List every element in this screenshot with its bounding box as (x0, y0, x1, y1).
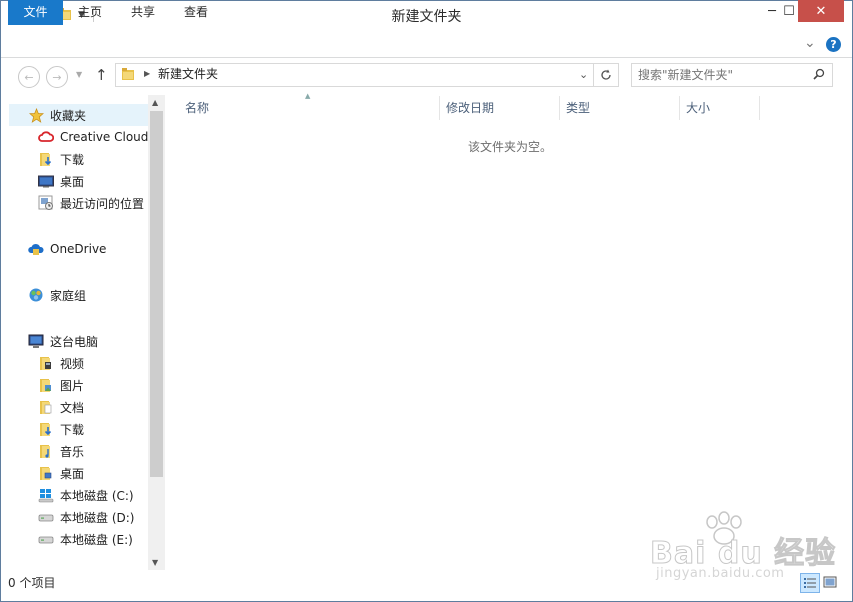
search-box[interactable] (631, 63, 833, 87)
nav-label: 下载 (60, 152, 85, 167)
nav-label: 家庭组 (50, 288, 87, 303)
scroll-down-icon[interactable]: ▼ (152, 558, 158, 567)
desktop-folder-icon (38, 465, 54, 481)
nav-item-desktop[interactable]: 桌面 (9, 170, 148, 192)
navigation-pane: 收藏夹 Creative Cloud 下载 桌面 最近访问的位置 OneDriv… (9, 95, 148, 570)
nav-label: 这台电脑 (50, 334, 99, 349)
column-header-name[interactable]: 名称 (185, 98, 209, 118)
downloads-folder-icon (38, 421, 54, 437)
scroll-up-icon[interactable]: ▲ (152, 98, 158, 107)
column-header-type[interactable]: 类型 (566, 98, 590, 118)
videos-folder-icon (38, 355, 54, 371)
onedrive-icon (28, 241, 44, 257)
creative-cloud-icon (38, 129, 54, 145)
refresh-button[interactable] (593, 63, 619, 87)
homegroup-icon (28, 287, 44, 303)
breadcrumb-item[interactable]: 新建文件夹 (158, 67, 218, 82)
nav-item-pictures[interactable]: 图片 (9, 374, 148, 396)
nav-label: 本地磁盘 (C:) (60, 488, 134, 503)
column-divider[interactable] (559, 96, 560, 120)
watermark-url: jingyan.baidu.com (656, 566, 785, 581)
documents-folder-icon (38, 399, 54, 415)
sort-ascending-icon: ▲ (305, 92, 311, 100)
search-icon[interactable] (813, 68, 825, 83)
tab-view[interactable]: 查看 (176, 0, 216, 25)
up-button[interactable]: ↑ (95, 66, 108, 84)
ribbon-tab-bar (1, 31, 852, 58)
nav-label: 图片 (60, 378, 85, 393)
column-divider[interactable] (439, 96, 440, 120)
nav-label: 桌面 (60, 174, 85, 189)
empty-folder-message: 该文件夹为空。 (467, 140, 552, 154)
nav-item-drive-d[interactable]: 本地磁盘 (D:) (9, 506, 148, 528)
scrollbar-thumb[interactable] (150, 111, 163, 477)
help-icon[interactable]: ? (826, 37, 841, 52)
recent-places-icon (38, 195, 54, 211)
nav-homegroup[interactable]: 家庭组 (9, 284, 148, 306)
tab-share[interactable]: 共享 (123, 0, 163, 25)
baidu-watermark: Bai du 经验 jingyan.baidu.com (649, 510, 845, 590)
search-input[interactable] (638, 66, 808, 83)
music-folder-icon (38, 443, 54, 459)
folder-icon (121, 67, 135, 84)
nav-label: 音乐 (60, 444, 85, 459)
nav-item-drive-c[interactable]: 本地磁盘 (C:) (9, 484, 148, 506)
nav-label: 本地磁盘 (E:) (60, 532, 133, 547)
back-button[interactable]: ← (18, 66, 40, 88)
nav-favorites[interactable]: 收藏夹 (9, 104, 148, 126)
star-icon (28, 107, 44, 123)
status-item-count: 0 个项目 (8, 576, 56, 590)
column-divider[interactable] (759, 96, 760, 120)
nav-item-videos[interactable]: 视频 (9, 352, 148, 374)
drive-icon (38, 509, 54, 525)
tab-file[interactable]: 文件 (8, 0, 63, 25)
nav-item-downloads[interactable]: 下载 (9, 148, 148, 170)
nav-item-desktop[interactable]: 桌面 (9, 462, 148, 484)
nav-item-drive-e[interactable]: 本地磁盘 (E:) (9, 528, 148, 550)
nav-this-pc[interactable]: 这台电脑 (9, 330, 148, 352)
pictures-folder-icon (38, 377, 54, 393)
nav-item-music[interactable]: 音乐 (9, 440, 148, 462)
tab-home[interactable]: 主页 (70, 0, 110, 25)
column-header-date-modified[interactable]: 修改日期 (446, 98, 494, 118)
nav-item-downloads[interactable]: 下载 (9, 418, 148, 440)
nav-label: OneDrive (50, 242, 107, 256)
downloads-folder-icon (38, 151, 54, 167)
address-history-dropdown-icon[interactable]: ⌄ (579, 68, 588, 82)
nav-item-creative-cloud[interactable]: Creative Cloud (9, 126, 148, 148)
windows-drive-icon (38, 487, 54, 503)
expand-ribbon-icon[interactable]: ⌄ (804, 36, 816, 50)
nav-label: 最近访问的位置 (60, 196, 145, 211)
nav-label: 视频 (60, 356, 85, 371)
recent-locations-icon[interactable]: ▼ (76, 70, 82, 79)
desktop-icon (38, 173, 54, 189)
nav-item-recent-places[interactable]: 最近访问的位置 (9, 192, 148, 214)
refresh-icon (600, 69, 611, 80)
address-bar[interactable]: ▶ 新建文件夹 ⌄ (115, 63, 594, 87)
nav-onedrive[interactable]: OneDrive (9, 238, 148, 260)
column-divider[interactable] (679, 96, 680, 120)
column-header-size[interactable]: 大小 (686, 98, 710, 118)
nav-label: Creative Cloud (60, 130, 148, 144)
nav-label: 桌面 (60, 466, 85, 481)
nav-label: 本地磁盘 (D:) (60, 510, 135, 525)
nav-item-documents[interactable]: 文档 (9, 396, 148, 418)
nav-label: 下载 (60, 422, 85, 437)
forward-button[interactable]: → (46, 66, 68, 88)
nav-label: 收藏夹 (50, 108, 87, 123)
drive-icon (38, 531, 54, 547)
nav-label: 文档 (60, 400, 85, 415)
close-button[interactable]: ✕ (798, 0, 844, 22)
breadcrumb-chevron-icon[interactable]: ▶ (144, 67, 150, 81)
computer-icon (28, 333, 44, 349)
